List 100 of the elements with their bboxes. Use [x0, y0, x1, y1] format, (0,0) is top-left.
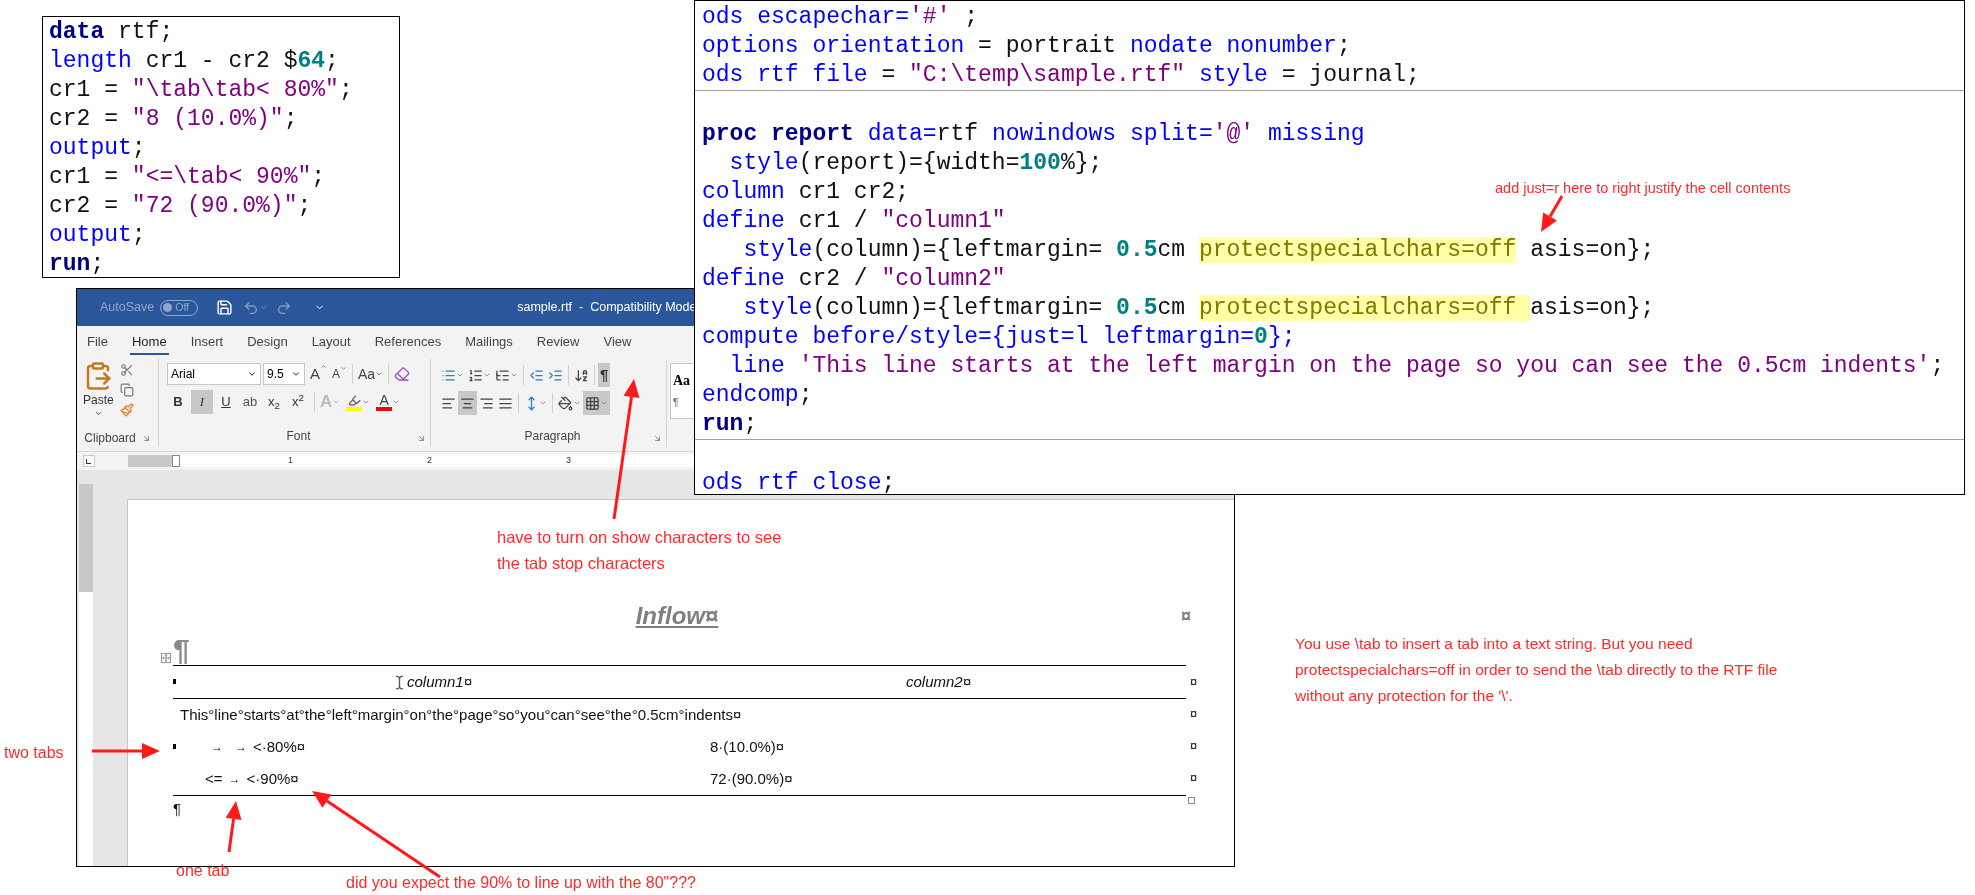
- font-name-field[interactable]: Arial: [167, 363, 261, 385]
- align-center-button[interactable]: [458, 391, 477, 415]
- ribbon-tab[interactable]: Insert: [188, 330, 226, 355]
- bold-button[interactable]: B: [167, 390, 189, 414]
- font-color-button[interactable]: A: [376, 393, 393, 411]
- decrease-indent-icon: [529, 367, 544, 383]
- cell-text: <·80%¤: [253, 736, 306, 757]
- bulleted-list-icon: [441, 367, 456, 383]
- ruler-number: 2: [427, 454, 433, 468]
- row-end-mark: ¤: [1190, 737, 1198, 756]
- table-cell-text: This°line°starts°at°the°left°margin°on°the°page°so°you°can°see°the°0.5cm°indents¤: [180, 704, 742, 725]
- caret-icon: [600, 399, 608, 407]
- caret-icon: [332, 398, 341, 406]
- highlight-color-button[interactable]: [346, 393, 363, 411]
- caret-icon: [456, 371, 464, 379]
- borders-button[interactable]: [583, 391, 610, 415]
- style-gallery-item[interactable]: Aa ¶: [670, 363, 693, 419]
- annotation-arrow: [92, 743, 160, 759]
- code-line: cr2 = "8 (10.0%)";: [49, 105, 298, 134]
- table-resize-handle-icon[interactable]: [1188, 797, 1195, 804]
- strikethrough-button[interactable]: ab: [239, 390, 261, 414]
- indent-marker-icon[interactable]: [172, 455, 180, 467]
- cell-text: <=: [205, 768, 223, 789]
- code-line: run;: [702, 410, 758, 439]
- dialog-launcher-icon[interactable]: [417, 434, 426, 443]
- increase-indent-icon: [548, 367, 563, 383]
- ribbon-tab[interactable]: File: [85, 330, 110, 355]
- caret-icon[interactable]: [392, 398, 401, 406]
- align-center-icon: [460, 395, 475, 411]
- row-end-mark: ¤: [1190, 769, 1198, 788]
- numbered-list-icon: [468, 367, 483, 383]
- ribbon-tab[interactable]: Layout: [309, 330, 353, 355]
- caret-icon: [483, 371, 491, 379]
- tab-mark: →: [227, 771, 242, 788]
- table-move-handle-icon[interactable]: [161, 653, 171, 663]
- superscript-button[interactable]: x$^{2}$: [287, 390, 309, 414]
- annotation-note: did you expect the 90% to line up with the 80"???: [346, 873, 696, 893]
- caret-icon[interactable]: [259, 303, 269, 312]
- shrink-font-button[interactable]: A: [332, 365, 348, 383]
- code-line: style(report)={width=100%};: [728, 149, 1103, 178]
- group-label: Paragraph: [524, 428, 581, 445]
- row-end-mark: ¤: [1190, 672, 1198, 691]
- code-line: define cr1 / "column1": [702, 207, 1006, 236]
- code-line: data rtf;: [49, 18, 174, 47]
- paragraph-mark: ¶: [173, 635, 190, 665]
- caret-icon: [93, 409, 103, 418]
- ruler-number: 3: [566, 454, 572, 468]
- code-line: ods rtf close;: [702, 469, 896, 498]
- ribbon-tab[interactable]: Design: [245, 330, 290, 355]
- show-marks-button[interactable]: ¶: [598, 363, 611, 387]
- code-line: ods rtf file = "C:\temp\sample.rtf" style = journal;: [702, 61, 1420, 90]
- caret-icon: [291, 369, 301, 379]
- ribbon-tab[interactable]: References: [372, 330, 444, 355]
- save-icon[interactable]: [216, 299, 234, 316]
- italic-button[interactable]: I: [191, 390, 213, 414]
- code-line: endcomp;: [702, 381, 813, 410]
- dialog-launcher-icon[interactable]: [653, 434, 662, 443]
- table-cell-text: 72·(90.0%)¤: [710, 768, 793, 789]
- column-header: column1¤: [406, 671, 472, 692]
- paste-button[interactable]: Paste: [83, 361, 114, 418]
- annotation-note: add just=r here to right justify the cell contents: [1495, 179, 1791, 198]
- multilevel-list-icon: [495, 367, 510, 383]
- code-line: proc report data=rtf nowindows split='@' missing: [702, 120, 1365, 149]
- code-line: ods escapechar='#' ;: [702, 3, 979, 32]
- caret-icon: [247, 369, 257, 379]
- code-line: output;: [49, 134, 146, 163]
- format-painter-icon[interactable]: [119, 403, 134, 417]
- caret-icon: [320, 362, 327, 370]
- underline-button[interactable]: U: [215, 390, 237, 414]
- code-line: cr1 = "\tab\tab< 80%";: [49, 76, 353, 105]
- tab-selector-icon[interactable]: [83, 455, 95, 467]
- caret-icon: [539, 399, 547, 407]
- ruler-number: 1: [288, 454, 293, 468]
- code-line: cr2 = "72 (90.0%)";: [49, 192, 312, 221]
- caret-icon[interactable]: [362, 398, 371, 406]
- code-line: output;: [49, 221, 146, 250]
- caret-icon: [340, 365, 348, 372]
- ribbon-tab[interactable]: Mailings: [463, 330, 515, 355]
- annotation-note: one tab: [176, 861, 230, 881]
- group-label: Clipboard: [84, 430, 136, 447]
- annotation-note: You use \tab to insert a tab into a text string. But you need protectspecialchars=off in order to send the \tab directly to the RTF file without any protection for the '\'.: [1295, 634, 1778, 706]
- code-line: define cr2 / "column2": [702, 265, 1006, 294]
- clear-formatting-icon[interactable]: [394, 366, 411, 382]
- subscript-button[interactable]: x$_{2}$: [263, 390, 285, 414]
- change-case-button[interactable]: Aa: [358, 363, 384, 385]
- ribbon-tab[interactable]: View: [601, 330, 634, 355]
- cell-text: <·90%¤: [246, 768, 299, 789]
- align-right-icon: [479, 395, 494, 411]
- code-line: cr1 = "<=\tab< 90%";: [49, 163, 326, 192]
- ribbon-tab[interactable]: Review: [534, 330, 582, 355]
- cut-icon[interactable]: [119, 363, 134, 377]
- tab-mark: →: [234, 739, 248, 756]
- font-size-field[interactable]: 9.5: [263, 363, 305, 385]
- grow-font-button[interactable]: A: [310, 362, 327, 386]
- dialog-launcher-icon[interactable]: [141, 433, 151, 443]
- redo-icon[interactable]: [276, 299, 293, 316]
- align-left-icon: [441, 395, 456, 411]
- document-heading: Inflow¤: [635, 601, 719, 631]
- copy-icon[interactable]: [119, 383, 134, 397]
- undo-icon[interactable]: [243, 299, 260, 316]
